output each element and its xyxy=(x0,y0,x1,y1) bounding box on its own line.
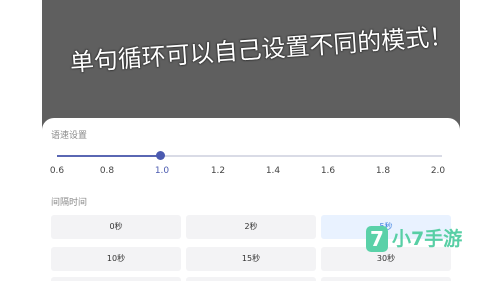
interval-option-row-partial xyxy=(51,277,181,281)
speed-tick-1-4[interactable]: 1.4 xyxy=(266,166,280,176)
interval-option-row-partial xyxy=(321,277,451,281)
interval-option-row-partial xyxy=(186,277,316,281)
speed-tick-1-2[interactable]: 1.2 xyxy=(211,166,225,176)
speed-tick-1-0[interactable]: 1.0 xyxy=(155,166,169,176)
interval-section-label: 间隔时间 xyxy=(51,198,88,208)
interval-option-10s[interactable]: 10秒 xyxy=(51,247,181,271)
speed-section-label: 语速设置 xyxy=(51,131,88,141)
watermark-text: 小7手游 xyxy=(392,228,463,250)
speed-slider-fill xyxy=(57,155,161,157)
interval-option-0s[interactable]: 0秒 xyxy=(51,215,181,239)
speed-tick-2-0[interactable]: 2.0 xyxy=(431,166,445,176)
left-margin xyxy=(0,0,42,281)
speed-slider-thumb[interactable] xyxy=(156,151,165,160)
watermark-logo-icon: 7 xyxy=(366,226,388,252)
app-screen: 单句循环可以自己设置不同的模式！ 语速设置 0.6 0.8 1.0 1.2 1.… xyxy=(0,0,500,281)
speed-tick-0-6[interactable]: 0.6 xyxy=(50,166,64,176)
speed-tick-1-6[interactable]: 1.6 xyxy=(321,166,335,176)
speed-tick-1-8[interactable]: 1.8 xyxy=(376,166,390,176)
interval-option-15s[interactable]: 15秒 xyxy=(186,247,316,271)
right-margin xyxy=(460,0,500,281)
speed-tick-0-8[interactable]: 0.8 xyxy=(100,166,114,176)
interval-option-2s[interactable]: 2秒 xyxy=(186,215,316,239)
